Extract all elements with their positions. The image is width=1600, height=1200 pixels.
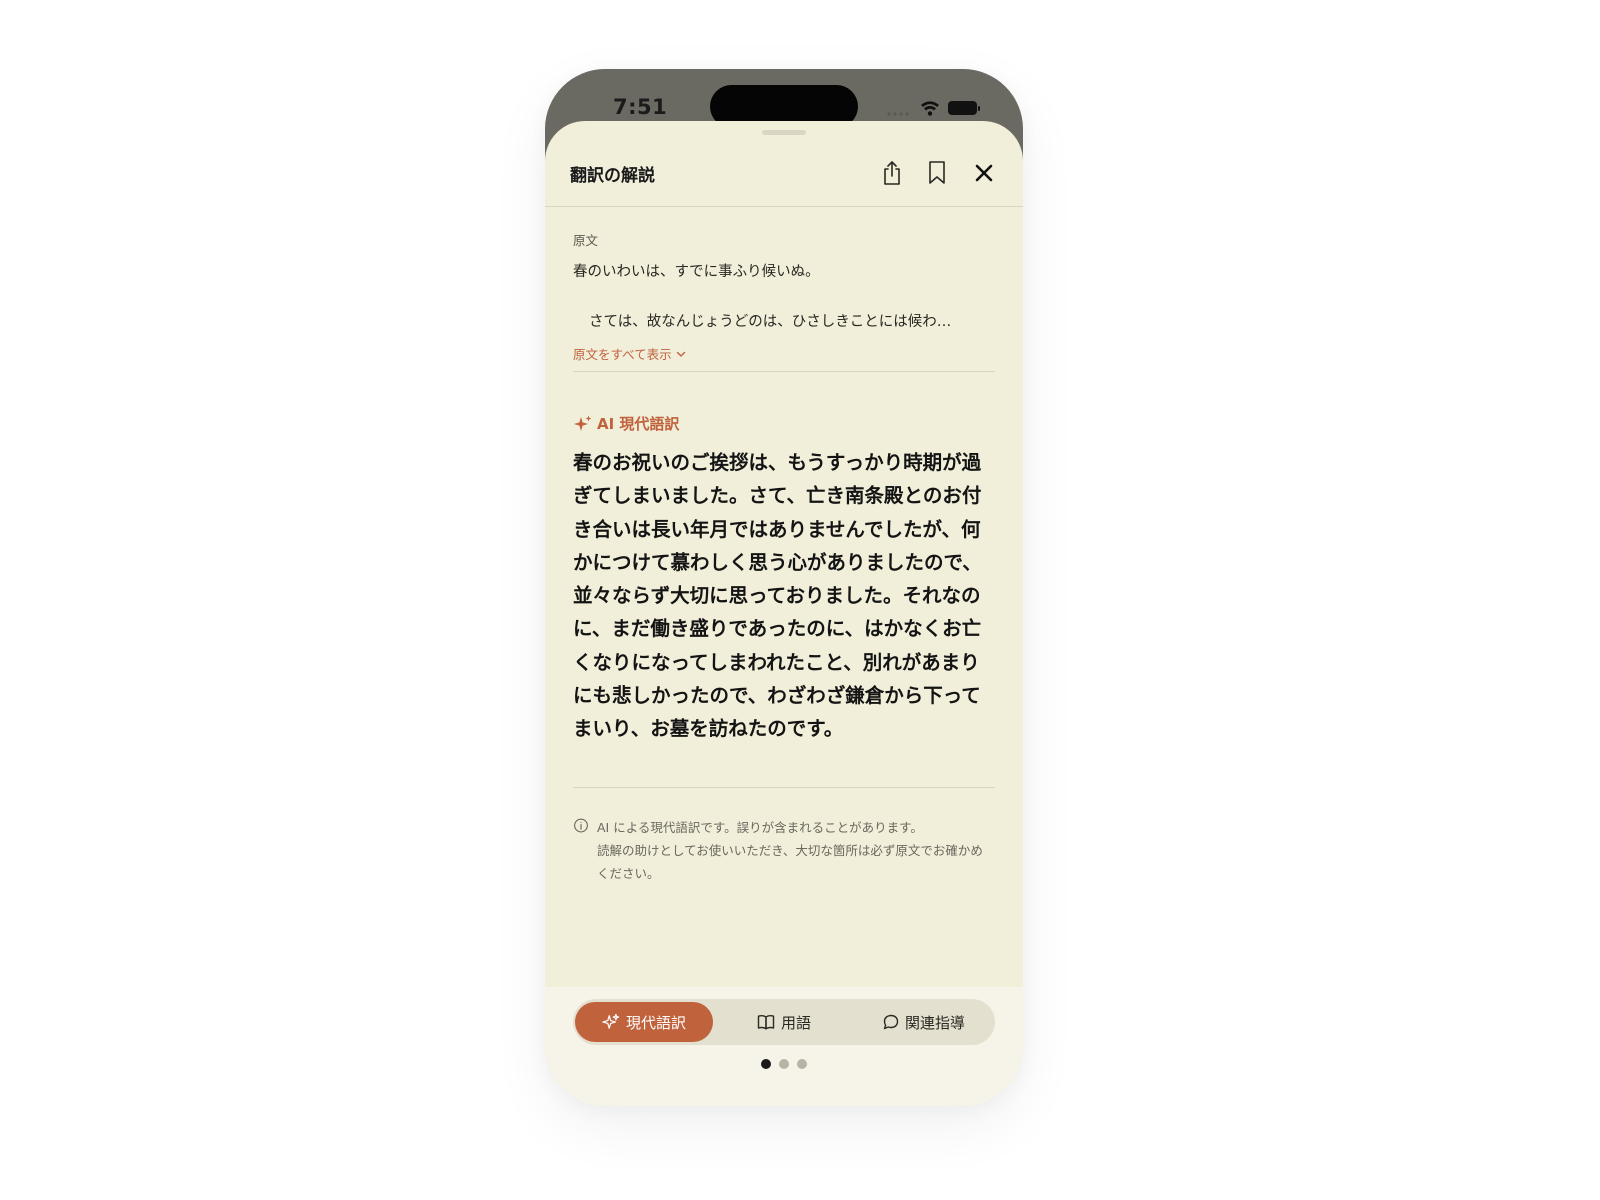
bottom-tab-area: 現代語訳 用語 関連指導 [545,987,1023,1106]
tab-label: 関連指導 [904,1013,965,1032]
section-divider [573,371,995,372]
page-dot[interactable] [779,1059,789,1069]
page-dot[interactable] [761,1059,771,1069]
disclaimer-line: 読解の助けとしてお使いいただき、大切な箇所は必ず原文でお確かめください。 [597,843,983,881]
tab-related-guidance[interactable]: 関連指導 [855,1002,993,1042]
phone-frame: 7:51 翻訳の解説 原文 春のいわいは、すでに事ふり候いぬ。 さては、故なんじ… [545,69,1023,1106]
info-icon [574,818,588,833]
page-indicator [761,1059,807,1069]
sparkle-icon [602,1014,620,1029]
original-text-line: さては、故なんじょうどのは、ひさしきことには候わ… [589,314,952,330]
wifi-icon [921,101,939,116]
cellular-signal-icon [887,112,909,116]
status-time: 7:51 [613,95,668,119]
close-button[interactable] [971,159,997,187]
tab-label: 用語 [780,1013,811,1032]
tab-label: 現代語訳 [625,1013,686,1032]
close-icon [975,164,993,182]
status-icons [887,98,983,116]
section-divider [573,787,995,788]
sheet-header: 翻訳の解説 [545,121,1023,207]
tab-glossary[interactable]: 用語 [715,1002,853,1042]
ai-disclaimer: AI による現代語訳です。誤りが含まれることがあります。 読解の助けとしてお使い… [573,816,995,885]
share-button[interactable] [879,159,905,187]
original-text-line: 春のいわいは、すでに事ふり候いぬ。 [573,264,820,280]
show-all-original-button[interactable]: 原文をすべて表示 [573,344,686,363]
sheet-title: 翻訳の解説 [570,166,655,186]
share-icon [884,161,900,185]
segmented-control: 現代語訳 用語 関連指導 [573,999,995,1045]
chevron-down-icon [676,351,685,357]
ai-translation-label: AI 現代語訳 [573,413,679,434]
bottom-sheet: 翻訳の解説 原文 春のいわいは、すでに事ふり候いぬ。 さては、故なんじょうどのは… [545,121,1023,1106]
bookmark-icon [929,161,945,184]
original-label: 原文 [573,233,599,248]
translation-text: 春のお祝いのご挨拶は、もうすっかり時期が過ぎてしまいました。さて、亡き南条殿との… [573,451,982,741]
show-all-label: 原文をすべて表示 [573,347,672,362]
bookmark-button[interactable] [924,159,950,187]
tab-modern-translation[interactable]: 現代語訳 [575,1002,713,1042]
chat-bubble-icon [883,1014,899,1030]
sparkle-icon [574,415,592,431]
ai-translation-label-text: AI 現代語訳 [597,415,680,433]
battery-icon [948,101,980,115]
page-dot[interactable] [797,1059,807,1069]
disclaimer-line: AI による現代語訳です。誤りが含まれることがあります。 [597,820,923,835]
book-icon [757,1015,775,1030]
